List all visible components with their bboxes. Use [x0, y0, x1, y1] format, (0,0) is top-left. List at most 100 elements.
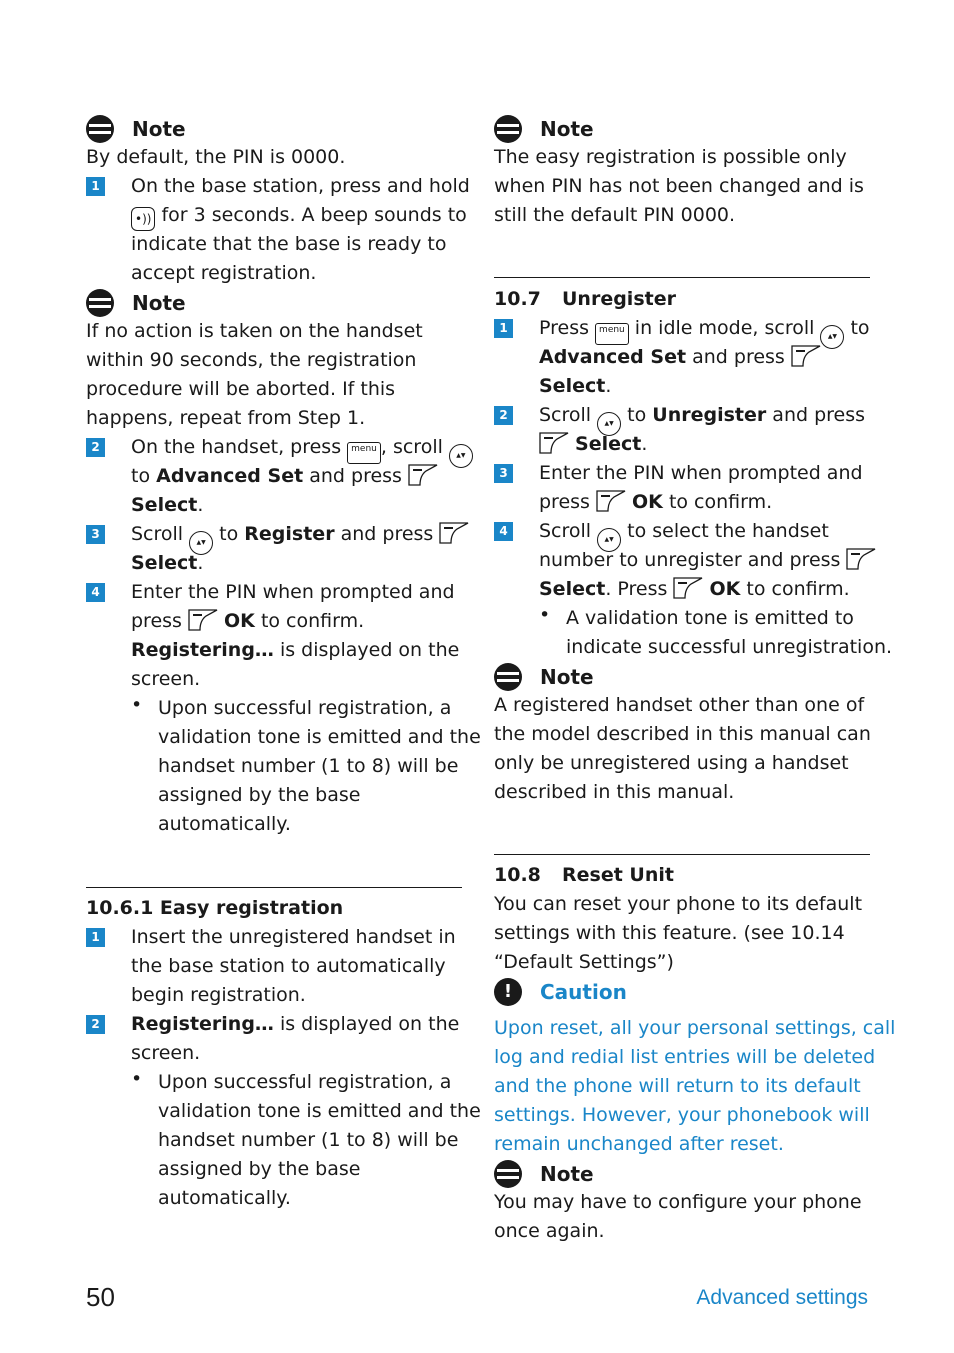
step-text: press OK to confirm. — [131, 607, 462, 636]
step-text-part: to confirm. — [662, 491, 773, 513]
left-column: Note By default, the PIN is 0000. 1 On t… — [86, 114, 481, 1213]
footer-section-title: Advanced settings — [696, 1286, 868, 1309]
bullet-text: validation tone is emitted and the — [158, 726, 481, 748]
page-number: 50 — [86, 1282, 115, 1312]
step-text: On the handset, press menu, scroll ▲▼ — [131, 433, 473, 468]
note-text: You may have to configure your phone — [494, 1191, 862, 1213]
note-icon — [494, 114, 522, 143]
caution-heading: ! Caution — [494, 977, 870, 1006]
bullet-dot: • — [131, 694, 143, 716]
step-text: press OK to confirm. — [539, 488, 870, 517]
step-3: 3 Scroll ▲▼ to Register and press Select… — [86, 520, 462, 578]
step-3: 3 Enter the PIN when prompted and press … — [494, 459, 870, 517]
step-text: Select. Press OK to confirm. — [539, 575, 876, 604]
step-4: 4 Enter the PIN when prompted and press … — [86, 578, 462, 694]
note-text: only be unregistered using a handset — [494, 752, 849, 774]
section-number: 10.8 — [494, 864, 541, 886]
bullet-item: • Upon successful registration, a valida… — [86, 1068, 481, 1213]
step-1: 1 Insert the unregistered handset in the… — [86, 923, 462, 1010]
bullet-text: assigned by the base — [158, 1158, 361, 1180]
step-1: 1 Press menu in idle mode, scroll ▲▼ to … — [494, 314, 870, 401]
note-title: Note — [540, 116, 594, 141]
softkey-label: Select — [131, 552, 198, 574]
step-text-part: . Press — [605, 578, 674, 600]
step-text: the base station to automatically — [131, 955, 446, 977]
bullet-text: A validation tone is emitted to — [566, 607, 854, 629]
softkey-label: Select — [575, 433, 642, 455]
step-text-part: to — [131, 465, 157, 487]
section-number: 10.7 — [494, 288, 541, 310]
step-text-part: . — [605, 375, 612, 397]
softkey-icon — [596, 490, 626, 512]
caution-text: remain unchanged after reset. — [494, 1133, 784, 1155]
right-column: Note The easy registration is possible o… — [494, 114, 895, 1246]
step-2: 2 Registering… is displayed on the scree… — [86, 1010, 462, 1068]
section-heading: 10.8 Reset Unit — [494, 861, 870, 890]
section-heading: 10.7 Unregister — [494, 285, 870, 314]
menu-option: Unregister — [652, 404, 767, 426]
step-text: begin registration. — [131, 984, 306, 1006]
step-1: 1 On the base station, press and hold •)… — [86, 172, 470, 288]
step-text-part: and press — [766, 404, 866, 426]
bullet-text: Upon successful registration, a — [158, 1071, 452, 1093]
step-text-part: for 3 seconds. A beep sounds to — [155, 204, 467, 226]
step-text: accept registration. — [131, 262, 317, 284]
step-text: Select. — [131, 549, 469, 578]
note-text: By default, the PIN is 0000. — [86, 146, 346, 168]
softkey-icon — [188, 609, 218, 631]
step-text: Enter the PIN when prompted and — [539, 462, 863, 484]
step-text-part: . — [197, 494, 204, 516]
step-text: Select. — [131, 491, 473, 520]
step-number: 2 — [86, 438, 105, 457]
step-number: 2 — [86, 1015, 105, 1034]
step-text-part: Scroll — [539, 404, 598, 426]
softkey-label: OK — [709, 578, 741, 600]
step-text-part: number to unregister and press — [539, 549, 847, 571]
step-text: Scroll ▲▼ to select the handset — [539, 517, 876, 552]
step-text: Insert the unregistered handset in — [131, 926, 456, 948]
step-text-part: to confirm. — [740, 578, 850, 600]
note-icon — [494, 662, 522, 691]
step-text: indicate that the base is ready to — [131, 233, 447, 255]
menu-key-icon: menu — [347, 442, 381, 464]
note-text: still the default PIN 0000. — [494, 204, 736, 226]
softkey-label: OK — [224, 610, 255, 632]
step-number: 4 — [86, 583, 105, 602]
step-text-part: , scroll — [380, 436, 449, 458]
step-text: screen. — [131, 1042, 201, 1064]
step-text-part: to select the handset — [621, 520, 829, 542]
step-text-part: and press — [686, 346, 791, 368]
note-text: within 90 seconds, the registration — [86, 349, 417, 371]
bullet-item: • Upon successful registration, a valida… — [86, 694, 481, 839]
softkey-label: OK — [632, 491, 663, 513]
softkey-label: Select — [131, 494, 198, 516]
section-title: Reset Unit — [562, 864, 674, 886]
step-number: 1 — [86, 177, 105, 196]
step-text: screen. — [131, 668, 201, 690]
step-number: 4 — [494, 522, 513, 541]
caution-text: settings. However, your phonebook will — [494, 1104, 870, 1126]
softkey-icon — [791, 345, 821, 367]
step-text-part: is displayed on the — [273, 1013, 460, 1035]
step-text: Select. — [539, 430, 870, 459]
body-text: settings with this feature. (see 10.14 — [494, 922, 845, 944]
softkey-icon — [846, 548, 876, 570]
step-text-part: and press — [334, 523, 440, 545]
step-text: Enter the PIN when prompted and — [131, 581, 455, 603]
note-heading: Note — [86, 288, 462, 317]
step-text: Registering… is displayed on the — [131, 1010, 462, 1039]
step-text: Registering… is displayed on the — [131, 636, 462, 665]
step-text-part: On the handset, press — [131, 436, 348, 458]
step-text-part: and press — [303, 465, 408, 487]
note-icon — [494, 1159, 522, 1188]
note-title: Note — [540, 664, 594, 689]
softkey-icon — [673, 577, 703, 599]
caution-text: and the phone will return to its default — [494, 1075, 861, 1097]
note-text: The easy registration is possible only — [494, 146, 847, 168]
step-text: Scroll ▲▼ to Unregister and press — [539, 401, 870, 436]
step-text-part: Scroll — [131, 523, 190, 545]
note-text: A registered handset other than one of — [494, 694, 865, 716]
step-2: 2 Scroll ▲▼ to Unregister and press Sele… — [494, 401, 870, 459]
note-heading: Note — [86, 114, 462, 143]
note-icon — [86, 114, 114, 143]
